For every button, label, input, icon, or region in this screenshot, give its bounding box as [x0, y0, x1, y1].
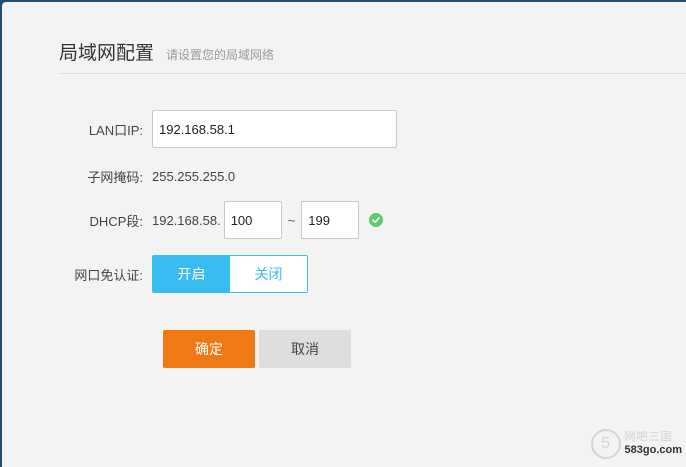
port-auth-toggle: 开启 关闭	[152, 255, 308, 293]
watermark-url: 583go.com	[624, 444, 682, 456]
dhcp-start-input[interactable]	[223, 201, 282, 239]
port-auth-label: 网口免认证:	[74, 267, 143, 283]
dhcp-end-input[interactable]	[301, 201, 360, 239]
watermark-top-text: 网吧三国	[624, 431, 673, 444]
dhcp-prefix: 192.168.58.	[152, 212, 221, 228]
dhcp-row: DHCP段: 192.168.58. ~	[2, 201, 384, 239]
port-auth-row: 网口免认证: 开启 关闭	[2, 255, 308, 293]
dhcp-label: DHCP段:	[89, 213, 143, 229]
check-circle-icon	[369, 213, 384, 227]
dhcp-range-separator: ~	[287, 212, 296, 228]
page-subtitle: 请设置您的局域网络	[166, 48, 275, 62]
toggle-on-option[interactable]: 开启	[153, 256, 230, 292]
cancel-button[interactable]: 取消	[259, 330, 351, 368]
subnet-label: 子网掩码:	[87, 170, 143, 185]
lan-config-panel: 局域网配置 请设置您的局域网络 LAN口IP: 子网掩码: 255.255.25…	[2, 2, 686, 467]
page-title: 局域网配置	[59, 43, 155, 64]
subnet-row: 子网掩码: 255.255.255.0	[2, 167, 235, 186]
lan-ip-input[interactable]	[152, 110, 397, 148]
lan-ip-label: LAN口IP:	[88, 122, 143, 138]
watermark: 5 网吧三国 583go.com	[590, 429, 682, 459]
confirm-button[interactable]: 确定	[163, 330, 255, 368]
lan-ip-row: LAN口IP:	[2, 110, 397, 148]
header-divider	[59, 73, 686, 74]
toggle-off-option[interactable]: 关闭	[230, 256, 307, 292]
subnet-value: 255.255.255.0	[152, 169, 236, 184]
watermark-logo: 5	[590, 429, 621, 459]
page-header: 局域网配置 请设置您的局域网络	[59, 38, 274, 65]
